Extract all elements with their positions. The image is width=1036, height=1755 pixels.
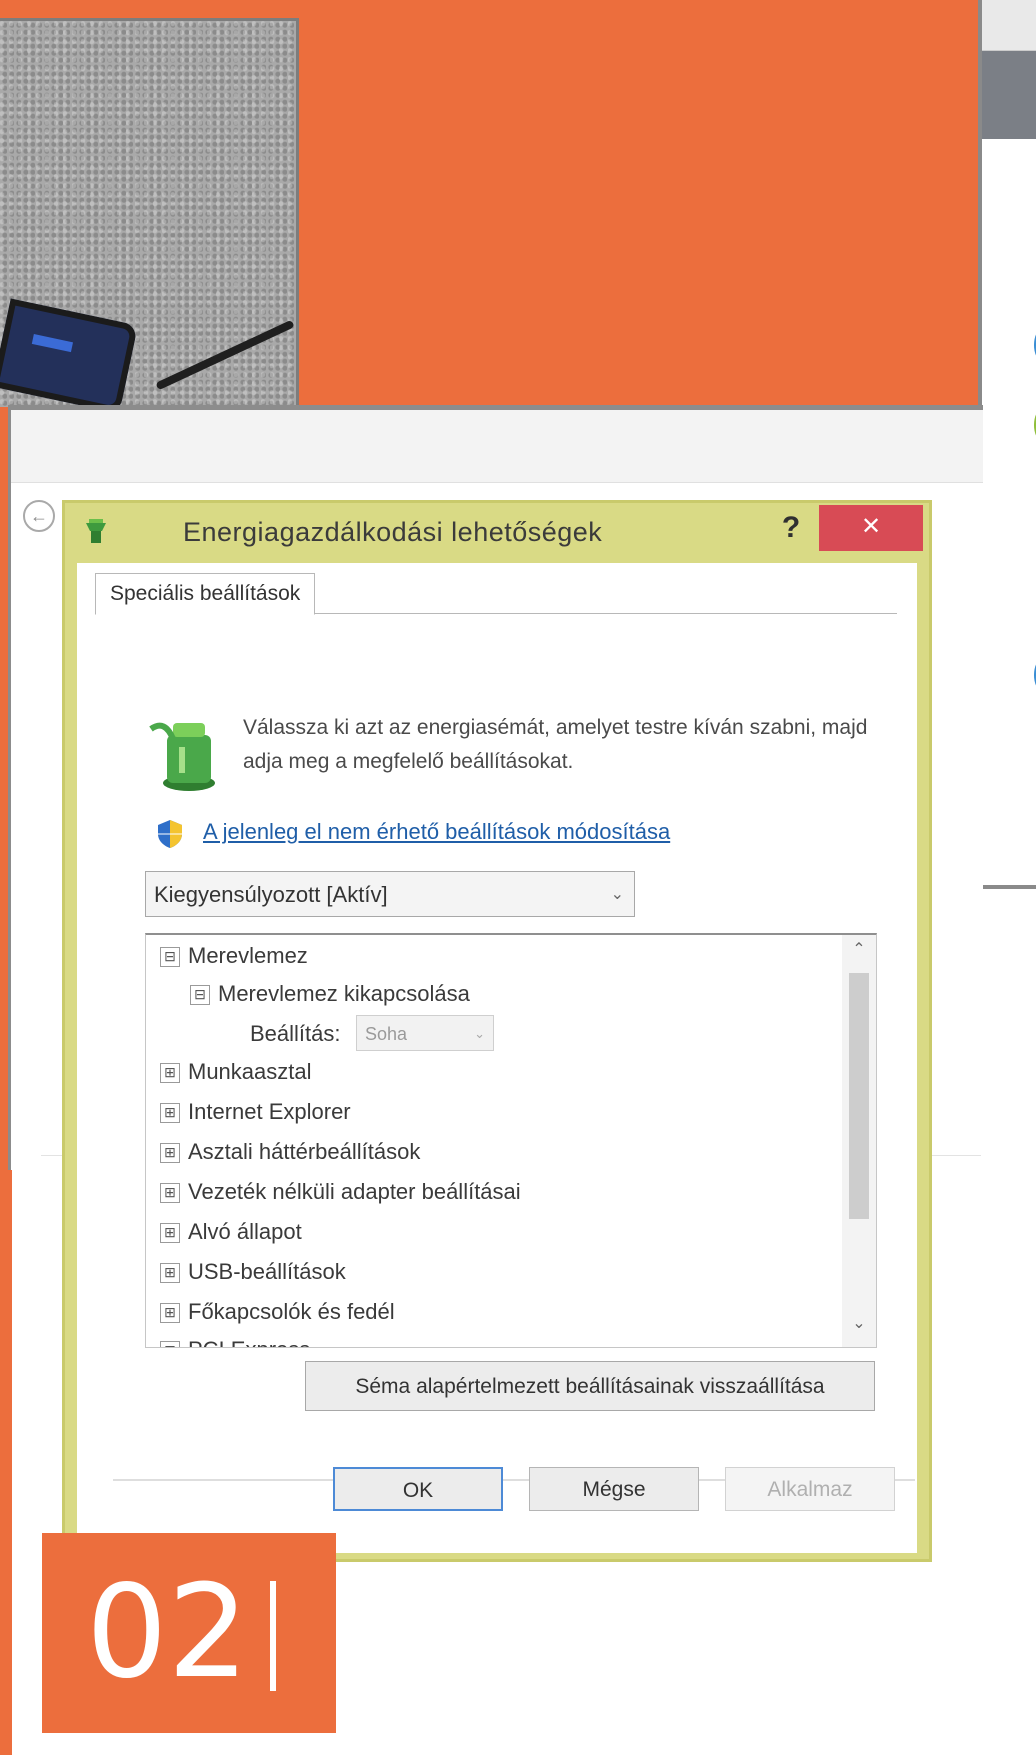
tab-strip: Speciális beállítások [95,573,897,615]
tree-item-usb-settings[interactable]: ⊞ USB-beállítások [160,1257,346,1287]
tree-item-label: Merevlemez [188,943,308,968]
tree-item-label: Munkaasztal [188,1059,312,1084]
background-photo [0,18,299,414]
tree-item-label: Főkapcsolók és fedél [188,1299,395,1324]
tree-item-wireless-adapter[interactable]: ⊞ Vezeték nélküli adapter beállításai [160,1177,521,1207]
tree-item-power-buttons-lid[interactable]: ⊞ Főkapcsolók és fedél [160,1297,395,1327]
tree-item-setting: Beállítás: [250,1019,341,1049]
restore-plan-defaults-button[interactable]: Séma alapértelmezett beállításainak viss… [305,1361,875,1411]
tree-item-label: USB-beállítások [188,1259,346,1284]
dialog-titlebar: Energiagazdálkodási lehetőségek ? ✕ [65,503,929,555]
settings-tree[interactable]: ⊟ Merevlemez ⊟ Merevlemez kikapcsolása Beá… [145,933,877,1348]
cancel-button[interactable]: Mégse [529,1467,699,1511]
uac-shield-icon [158,820,182,848]
tree-item-hard-disk[interactable]: ⊟ Merevlemez [160,941,308,971]
tree-item-desktop[interactable]: ⊞ Munkaasztal [160,1057,312,1087]
tree-item-desktop-background[interactable]: ⊞ Asztali háttérbeállítások [160,1137,420,1167]
back-window-titlebar [11,410,983,483]
tree-item-label: Vezeték nélküli adapter beállításai [188,1179,521,1204]
photo-device [0,298,138,414]
power-options-dialog: Energiagazdálkodási lehetőségek ? ✕ Spec… [62,500,932,1562]
tree-item-label: Asztali háttérbeállítások [188,1139,421,1164]
setting-value: Soha [365,1024,408,1044]
expand-icon[interactable]: ⊞ [160,1183,180,1204]
tree-item-label: Merevlemez kikapcsolása [218,981,470,1006]
scroll-down-icon[interactable]: ⌄ [842,1313,876,1343]
photo-device-led [31,334,74,353]
tree-item-sleep[interactable]: ⊞ Alvó állapot [160,1217,302,1247]
expand-icon[interactable]: ⊞ [160,1223,180,1244]
right-window-toolbar [982,51,1036,139]
tree-item-internet-explorer[interactable]: ⊞ Internet Explorer [160,1097,351,1127]
chevron-down-icon: ⌄ [610,886,624,903]
step-cursor-bar [270,1581,276,1691]
tree-item-label: Internet Explorer [188,1099,351,1124]
expand-icon[interactable]: ⊞ [160,1063,180,1084]
chevron-down-icon: ⌄ [474,1026,485,1041]
setting-value-select[interactable]: Soha ⌄ [356,1015,494,1051]
collapse-icon[interactable]: ⊟ [190,985,210,1006]
change-unavailable-settings-link[interactable]: A jelenleg el nem érhető beállítások mód… [203,819,670,845]
tree-scrollbar[interactable]: ⌃ ⌄ [842,935,876,1347]
dialog-body: Speciális beállítások Válassza ki azt az… [77,563,917,1553]
step-badge: 02 [42,1533,336,1733]
dialog-title: Energiagazdálkodási lehetőségek [183,517,603,547]
tab-advanced-settings[interactable]: Speciális beállítások [95,573,316,615]
battery-plan-icon [149,722,215,791]
tree-item-label: PCI Express [188,1337,310,1347]
collapse-icon[interactable]: ⊟ [160,947,180,968]
photo-cable [155,319,295,391]
power-plan-select[interactable]: Kiegyensúlyozott [Aktív] ⌄ [145,871,635,917]
apply-button[interactable]: Alkalmaz [725,1467,895,1511]
scroll-up-icon[interactable]: ⌃ [842,939,876,969]
scrollbar-thumb[interactable] [849,973,869,1219]
power-options-icon [86,519,106,543]
expand-icon[interactable]: ⊞ [160,1303,180,1324]
tree-item-pci-express[interactable]: ⊞ PCI Express [160,1335,310,1347]
advanced-settings-panel: Válassza ki azt az energiasémát, amelyet… [95,613,915,1481]
help-button[interactable]: ? [771,511,811,547]
power-plan-select-value: Kiegyensúlyozott [Aktív] [154,882,388,907]
tree-item-turn-off-hard-disk[interactable]: ⊟ Merevlemez kikapcsolása [190,979,470,1009]
expand-icon[interactable]: ⊞ [160,1143,180,1164]
tree-item-label: Beállítás: [250,1021,341,1046]
back-arrow-icon[interactable]: ← [23,500,55,532]
intro-text: Válassza ki azt az energiasémát, amelyet… [243,716,868,773]
expand-icon[interactable]: ⊞ [160,1341,180,1347]
tree-item-label: Alvó állapot [188,1219,302,1244]
expand-icon[interactable]: ⊞ [160,1103,180,1124]
right-window-titlebar [982,0,1036,51]
ok-button[interactable]: OK [333,1467,503,1511]
step-number: 02 [86,1558,249,1707]
background-window-right [978,0,1036,889]
expand-icon[interactable]: ⊞ [160,1263,180,1284]
close-button[interactable]: ✕ [819,505,923,551]
